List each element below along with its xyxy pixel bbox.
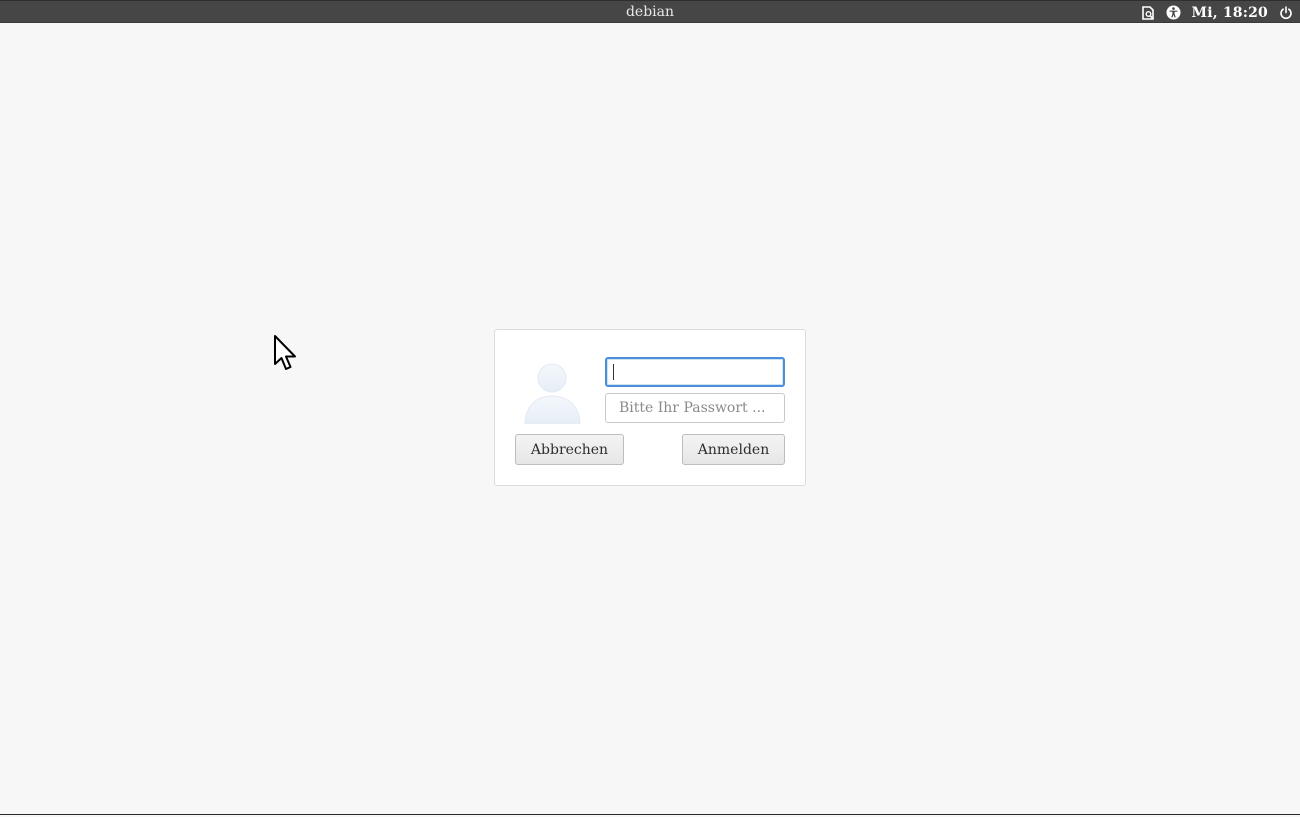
login-screen: debian Mi, 18:20 Abbrechen Anmelden — [0, 0, 1300, 817]
mouse-pointer-icon — [273, 334, 299, 372]
clock-label[interactable]: Mi, 18:20 — [1192, 5, 1269, 21]
user-avatar-icon — [523, 362, 583, 425]
power-icon[interactable] — [1278, 5, 1294, 21]
text-caret — [613, 364, 614, 380]
keyboard-layout-icon[interactable] — [1140, 5, 1156, 21]
top-panel: debian Mi, 18:20 — [0, 0, 1300, 23]
hostname-label: debian — [625, 4, 675, 20]
bottom-border — [0, 814, 1300, 815]
password-input[interactable] — [605, 393, 785, 423]
login-button[interactable]: Anmelden — [682, 434, 785, 465]
accessibility-icon[interactable] — [1166, 5, 1182, 21]
login-dialog: Abbrechen Anmelden — [494, 329, 806, 486]
username-input[interactable] — [605, 357, 785, 387]
panel-indicators: Mi, 18:20 — [1140, 3, 1295, 22]
cancel-button[interactable]: Abbrechen — [515, 434, 624, 465]
